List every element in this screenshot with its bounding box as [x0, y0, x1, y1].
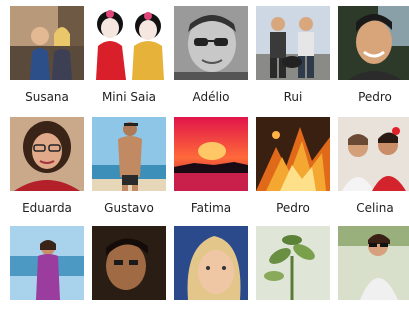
friend-photo[interactable] [92, 226, 166, 300]
cartoon-betty-boop-photo [92, 6, 166, 80]
woman-purple-dress-beach-photo [10, 226, 84, 300]
man-sunglasses-bw-photo [174, 6, 248, 80]
two-men-with-dog-photo [256, 6, 330, 80]
friend-photo[interactable] [338, 6, 409, 80]
red-sunset-sea-photo [174, 117, 248, 191]
friend-tile-celina[interactable]: Celina [338, 117, 409, 221]
friends-grid: Susana Mini Saia Adélio Rui Pedro Eduard… [0, 0, 409, 300]
friend-tile-12[interactable] [92, 226, 170, 330]
friend-tile-susana[interactable]: Susana [10, 6, 88, 110]
fire-dragon-art-photo [256, 117, 330, 191]
friend-photo[interactable] [256, 117, 330, 191]
friend-photo[interactable] [10, 117, 84, 191]
friend-name[interactable]: Celina [332, 201, 409, 215]
friend-tile-14[interactable] [256, 226, 334, 330]
friend-tile-11[interactable] [10, 226, 88, 330]
friend-photo[interactable] [338, 226, 409, 300]
friend-name[interactable]: Pedro [250, 201, 336, 215]
friend-photo[interactable] [338, 117, 409, 191]
man-dark-room-photo [92, 226, 166, 300]
two-women-party-photo [338, 117, 409, 191]
friend-photo[interactable] [174, 226, 248, 300]
friend-tile-mini-saia[interactable]: Mini Saia [92, 6, 170, 110]
woman-face-closeup-photo [174, 226, 248, 300]
friend-name[interactable]: Fatima [168, 201, 254, 215]
couple-indoor-photo [10, 6, 84, 80]
friend-tile-gustavo[interactable]: Gustavo [92, 117, 170, 221]
friend-tile-fatima[interactable]: Fatima [174, 117, 252, 221]
friend-photo[interactable] [10, 6, 84, 80]
friend-photo[interactable] [174, 6, 248, 80]
friend-photo[interactable] [174, 117, 248, 191]
shirtless-man-beach-photo [92, 117, 166, 191]
plant-closeup-photo [256, 226, 330, 300]
friend-name[interactable]: Susana [4, 90, 90, 104]
friend-tile-15[interactable] [338, 226, 409, 330]
friend-photo[interactable] [92, 117, 166, 191]
friend-name[interactable]: Rui [250, 90, 336, 104]
friend-photo[interactable] [256, 6, 330, 80]
friend-name[interactable]: Eduarda [4, 201, 90, 215]
friend-name[interactable]: Gustavo [86, 201, 172, 215]
woman-red-top-glasses-photo [10, 117, 84, 191]
friend-name[interactable]: Mini Saia [86, 90, 172, 104]
friend-tile-pedro-2[interactable]: Pedro [256, 117, 334, 221]
friend-photo[interactable] [10, 226, 84, 300]
friend-photo[interactable] [92, 6, 166, 80]
friend-tile-rui[interactable]: Rui [256, 6, 334, 110]
woman-sunglasses-outdoor-photo [338, 226, 409, 300]
friend-name[interactable]: Adélio [168, 90, 254, 104]
man-smiling-outdoor-photo [338, 6, 409, 80]
friend-tile-eduarda[interactable]: Eduarda [10, 117, 88, 221]
friend-tile-pedro[interactable]: Pedro [338, 6, 409, 110]
friend-tile-adelio[interactable]: Adélio [174, 6, 252, 110]
friend-name[interactable]: Pedro [332, 90, 409, 104]
friend-tile-13[interactable] [174, 226, 252, 330]
friend-photo[interactable] [256, 226, 330, 300]
